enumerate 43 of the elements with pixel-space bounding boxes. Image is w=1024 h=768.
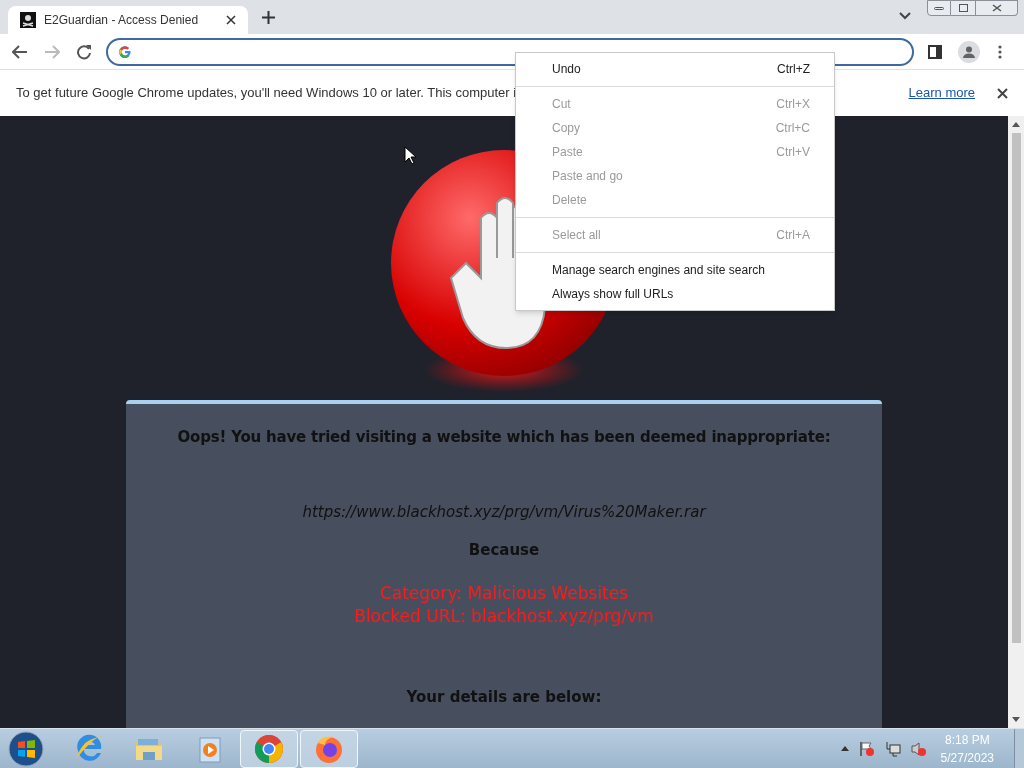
- scroll-up-icon[interactable]: [1012, 122, 1020, 127]
- pirate-flag-icon: [20, 12, 36, 28]
- browser-tab[interactable]: E2Guardian - Access Denied: [8, 6, 248, 34]
- menu-item[interactable]: Manage search engines and site search: [516, 258, 834, 282]
- close-window-button[interactable]: [976, 0, 1018, 16]
- taskbar-button[interactable]: [300, 729, 358, 768]
- chrome-icon: [253, 732, 285, 765]
- close-icon[interactable]: [226, 15, 236, 25]
- show-desktop-button[interactable]: [1014, 728, 1024, 768]
- google-icon: [118, 44, 132, 59]
- blocked-url: https://www.blackhost.xyz/prg/vm/Virus%20Maker.rar: [302, 501, 706, 523]
- menu-icon[interactable]: [998, 44, 1002, 59]
- menu-item[interactable]: Undo Ctrl+Z: [516, 57, 834, 81]
- tab-title: E2Guardian - Access Denied: [44, 12, 200, 29]
- block-reason: Blocked URL: blackhost.xyz/prg/vm: [354, 604, 654, 628]
- update-message: To get future Google Chrome updates, you'll need Windows 10 or later. This computer i: [16, 84, 517, 103]
- block-reason: Category: Malicious Websites: [379, 581, 629, 605]
- clock-time[interactable]: 8:18 PM: [944, 730, 990, 749]
- close-icon: [991, 4, 1002, 12]
- restore-button[interactable]: [951, 0, 976, 16]
- side-panel-icon[interactable]: [928, 44, 942, 59]
- menu-item[interactable]: Always show full URLs: [516, 282, 834, 306]
- blocked-heading: Oops! You have tried visiting a website which has been deemed inappropriate:: [177, 427, 831, 448]
- volume-muted-icon[interactable]: [910, 740, 927, 757]
- because-label: Because: [468, 540, 540, 561]
- mouse-cursor-icon: [404, 146, 416, 165]
- profile-avatar[interactable]: [958, 40, 980, 63]
- details-heading: Your details are below:: [406, 686, 602, 708]
- new-tab-icon[interactable]: [262, 11, 275, 24]
- minimize-button[interactable]: [927, 0, 951, 16]
- close-icon[interactable]: [997, 87, 1008, 99]
- start-button[interactable]: [8, 730, 44, 767]
- scroll-down-icon[interactable]: [1012, 717, 1020, 722]
- reload-icon[interactable]: [76, 43, 92, 60]
- clock-date[interactable]: 5/27/2023: [940, 748, 994, 767]
- network-icon[interactable]: [884, 740, 901, 757]
- taskbar-button[interactable]: [240, 729, 298, 768]
- chevron-down-icon[interactable]: [899, 12, 911, 20]
- scrollbar[interactable]: [1008, 116, 1024, 728]
- show-hidden-icons-icon[interactable]: [840, 746, 849, 751]
- action-center-flag-icon[interactable]: [858, 740, 875, 757]
- back-icon[interactable]: [12, 44, 28, 59]
- learn-more-link[interactable]: Learn more: [908, 83, 975, 103]
